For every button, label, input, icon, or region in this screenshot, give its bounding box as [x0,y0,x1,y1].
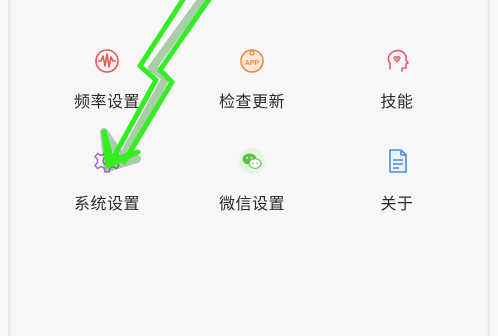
skill-head-icon [387,49,409,72]
menu-item-system-settings[interactable]: 系统设置 [52,146,162,214]
document-icon [389,149,407,173]
app-update-icon: APP [240,49,264,73]
menu-item-label: 频率设置 [73,94,140,111]
menu-item-label: 微信设置 [218,196,285,213]
menu-item-check-update[interactable]: APP 检查更新 [197,46,307,112]
menu-item-label: 系统设置 [73,196,140,213]
menu-item-skills[interactable]: 技能 [342,46,452,112]
menu-item-frequency-settings[interactable]: 频率设置 [52,46,162,112]
menu-item-label: 检查更新 [218,94,285,111]
menu-item-wechat-settings[interactable]: 微信设置 [197,146,307,214]
wechat-icon [239,148,265,174]
menu-item-about[interactable]: 关于 [342,146,452,214]
menu-item-label: 关于 [380,196,414,213]
panel-edge-left [8,0,12,336]
panel-edge-right [486,0,490,336]
frequency-icon [95,49,119,73]
menu-item-label: 技能 [380,94,414,111]
svg-text:APP: APP [245,60,260,67]
gear-icon [94,149,120,173]
